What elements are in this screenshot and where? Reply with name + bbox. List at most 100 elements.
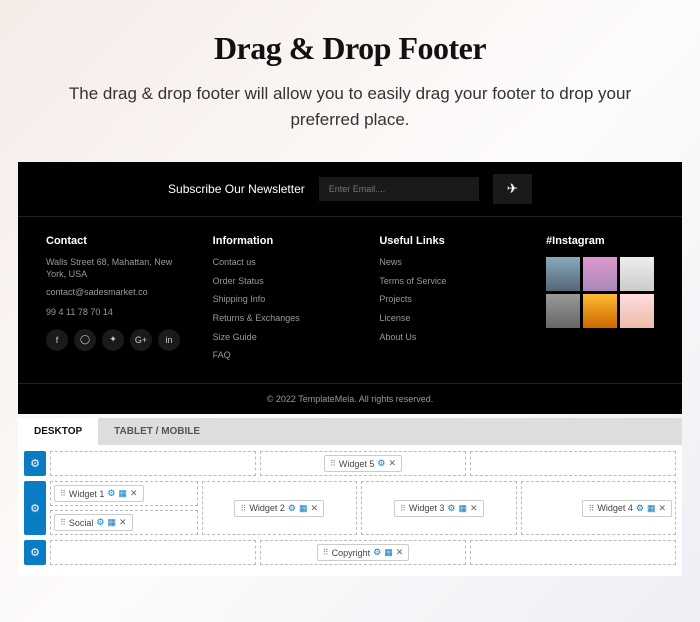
widget-label: Copyright [332, 548, 371, 558]
eye-icon[interactable]: ▦ [107, 517, 116, 528]
gear-icon: ⚙ [30, 502, 40, 515]
gear-icon[interactable]: ⚙ [377, 458, 385, 469]
footer-col-instagram: #Instagram [546, 235, 654, 369]
close-icon[interactable]: ✕ [310, 503, 318, 514]
row-settings-button[interactable]: ⚙ [24, 481, 46, 535]
info-link[interactable]: Returns & Exchanges [213, 313, 350, 325]
instagram-thumb[interactable] [546, 294, 580, 328]
drop-zone[interactable] [50, 540, 256, 565]
builder-tabs: DESKTOP TABLET / MOBILE [18, 418, 682, 445]
widget-label: Social [69, 518, 94, 528]
drag-handle-icon: ⠿ [588, 504, 594, 513]
useful-link[interactable]: About Us [379, 332, 516, 344]
close-icon[interactable]: ✕ [658, 503, 666, 514]
eye-icon[interactable]: ▦ [299, 503, 308, 514]
close-icon[interactable]: ✕ [388, 458, 396, 469]
instagram-heading: #Instagram [546, 235, 654, 247]
drop-zone[interactable]: ⠿Widget 2⚙▦✕ [202, 481, 358, 535]
information-heading: Information [213, 235, 350, 247]
eye-icon[interactable]: ▦ [647, 503, 656, 514]
widget-chip-5[interactable]: ⠿Widget 5⚙✕ [324, 455, 402, 472]
info-link[interactable]: Size Guide [213, 332, 350, 344]
facebook-icon[interactable]: f [46, 329, 68, 351]
info-link[interactable]: Shipping Info [213, 294, 350, 306]
widget-chip-copyright[interactable]: ⠿Copyright⚙▦✕ [317, 544, 410, 561]
widget-chip-1[interactable]: ⠿Widget 1⚙▦✕ [54, 485, 144, 502]
newsletter-submit-button[interactable]: ✈ [493, 174, 532, 204]
drop-zone[interactable]: ⠿Widget 3⚙▦✕ [361, 481, 517, 535]
widget-label: Widget 1 [69, 489, 105, 499]
gear-icon: ⚙ [30, 457, 40, 470]
newsletter-email-input[interactable] [319, 177, 479, 201]
page-title: Drag & Drop Footer [60, 30, 640, 67]
footer-copyright: © 2022 TemplateMela. All rights reserved… [18, 383, 682, 414]
tab-desktop[interactable]: DESKTOP [18, 418, 98, 445]
footer-preview: Subscribe Our Newsletter ✈ Contact Walls… [18, 162, 682, 414]
drop-zone[interactable] [470, 451, 676, 476]
useful-link[interactable]: Terms of Service [379, 276, 516, 288]
widget-label: Widget 3 [409, 503, 445, 513]
widget-chip-4[interactable]: ⠿Widget 4⚙▦✕ [582, 500, 672, 517]
twitter-icon[interactable]: ✦ [102, 329, 124, 351]
linkedin-icon[interactable]: in [158, 329, 180, 351]
drag-handle-icon: ⠿ [60, 489, 66, 498]
row-settings-button[interactable]: ⚙ [24, 451, 46, 476]
drag-handle-icon: ⠿ [323, 548, 329, 557]
drag-handle-icon: ⠿ [400, 504, 406, 513]
eye-icon[interactable]: ▦ [118, 488, 127, 499]
drag-handle-icon: ⠿ [60, 518, 66, 527]
contact-email: contact@sadesmarket.co [46, 287, 183, 299]
drop-zone[interactable] [50, 451, 256, 476]
info-link[interactable]: FAQ [213, 350, 350, 362]
instagram-grid [546, 257, 654, 328]
drop-zone[interactable]: ⠿Copyright⚙▦✕ [260, 540, 466, 565]
gear-icon[interactable]: ⚙ [107, 488, 115, 499]
page-subtitle: The drag & drop footer will allow you to… [60, 81, 640, 132]
gear-icon[interactable]: ⚙ [96, 517, 104, 528]
footer-col-information: Information Contact us Order Status Ship… [213, 235, 350, 369]
info-link[interactable]: Order Status [213, 276, 350, 288]
instagram-thumb[interactable] [620, 294, 654, 328]
drag-handle-icon: ⠿ [330, 459, 336, 468]
useful-link[interactable]: Projects [379, 294, 516, 306]
close-icon[interactable]: ✕ [130, 488, 138, 499]
newsletter-label: Subscribe Our Newsletter [168, 182, 305, 196]
drop-zone[interactable]: ⠿Widget 1⚙▦✕ [50, 481, 198, 506]
widget-chip-social[interactable]: ⠿Social⚙▦✕ [54, 514, 133, 531]
drag-handle-icon: ⠿ [240, 504, 246, 513]
close-icon[interactable]: ✕ [396, 547, 404, 558]
footer-col-contact: Contact Walls Street 68, Mahattan, New Y… [46, 235, 183, 369]
widget-chip-2[interactable]: ⠿Widget 2⚙▦✕ [234, 500, 324, 517]
instagram-thumb[interactable] [583, 257, 617, 291]
drop-zone[interactable]: ⠿Social⚙▦✕ [50, 510, 198, 535]
gear-icon[interactable]: ⚙ [447, 503, 455, 514]
widget-chip-3[interactable]: ⠿Widget 3⚙▦✕ [394, 500, 484, 517]
widget-label: Widget 5 [339, 459, 375, 469]
footer-col-useful: Useful Links News Terms of Service Proje… [379, 235, 516, 369]
drop-zone[interactable]: ⠿Widget 5⚙✕ [260, 451, 466, 476]
instagram-thumb[interactable] [546, 257, 580, 291]
gear-icon[interactable]: ⚙ [636, 503, 644, 514]
eye-icon[interactable]: ▦ [384, 547, 393, 558]
useful-link[interactable]: News [379, 257, 516, 269]
widget-label: Widget 2 [249, 503, 285, 513]
eye-icon[interactable]: ▦ [458, 503, 467, 514]
info-link[interactable]: Contact us [213, 257, 350, 269]
footer-builder: DESKTOP TABLET / MOBILE ⚙ ⠿Widget 5⚙✕ ⚙ … [18, 418, 682, 576]
close-icon[interactable]: ✕ [470, 503, 478, 514]
instagram-thumb[interactable] [583, 294, 617, 328]
useful-link[interactable]: License [379, 313, 516, 325]
drop-zone[interactable] [470, 540, 676, 565]
gear-icon[interactable]: ⚙ [288, 503, 296, 514]
gear-icon[interactable]: ⚙ [373, 547, 381, 558]
instagram-icon[interactable]: ◯ [74, 329, 96, 351]
row-settings-button[interactable]: ⚙ [24, 540, 46, 565]
close-icon[interactable]: ✕ [119, 517, 127, 528]
tab-tablet-mobile[interactable]: TABLET / MOBILE [98, 418, 216, 445]
contact-phone: 99 4 11 78 70 14 [46, 307, 183, 319]
drop-zone[interactable]: ⠿Widget 4⚙▦✕ [521, 481, 677, 535]
gear-icon: ⚙ [30, 546, 40, 559]
instagram-thumb[interactable] [620, 257, 654, 291]
useful-heading: Useful Links [379, 235, 516, 247]
google-plus-icon[interactable]: G+ [130, 329, 152, 351]
